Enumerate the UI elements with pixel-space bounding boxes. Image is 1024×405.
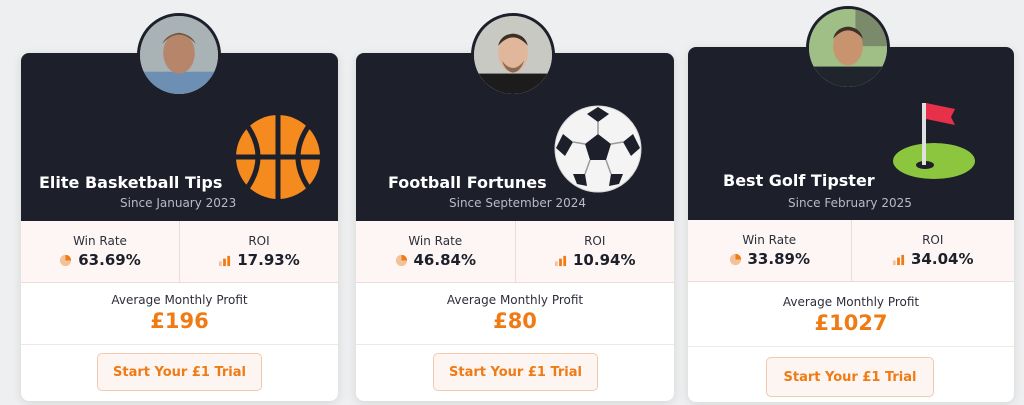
win-rate-label: Win Rate <box>73 234 127 248</box>
profit-block: Average Monthly Profit £196 <box>21 293 338 333</box>
profit-value: £196 <box>150 309 209 333</box>
bar-chart-icon <box>892 254 905 265</box>
pie-chart-icon <box>729 253 741 265</box>
tipster-card-basketball: Elite Basketball Tips Since January 2023… <box>21 13 338 401</box>
profit-label: Average Monthly Profit <box>446 293 584 307</box>
win-rate-stat: Win Rate 63.69% <box>21 221 179 282</box>
roi-value-row: 10.94% <box>516 251 675 269</box>
win-rate-value-row: 63.69% <box>21 251 179 269</box>
roi-label: ROI <box>922 233 944 247</box>
card-title: Football Fortunes <box>388 173 547 192</box>
roi-label: ROI <box>248 234 270 248</box>
card-title: Elite Basketball Tips <box>39 173 223 192</box>
win-rate-value-row: 33.89% <box>688 250 851 268</box>
profit-label: Average Monthly Profit <box>782 295 920 309</box>
win-rate-label: Win Rate <box>742 233 797 247</box>
roi-label: ROI <box>584 234 606 248</box>
roi-stat: ROI 17.93% <box>179 221 338 282</box>
avatar <box>806 6 890 90</box>
roi-stat: ROI 10.94% <box>514 221 675 282</box>
profit-value: £80 <box>493 309 537 333</box>
stats-row: Win Rate 33.89% ROI 34.04% <box>688 220 1014 282</box>
card-since-date: Since September 2024 <box>449 196 587 210</box>
profit-value: £1027 <box>814 311 888 335</box>
divider <box>688 346 1014 347</box>
roi-value: 17.93% <box>237 251 300 269</box>
win-rate-stat: Win Rate 46.84% <box>356 221 515 282</box>
card-since-date: Since January 2023 <box>120 196 237 210</box>
bar-chart-icon <box>219 255 231 266</box>
avatar <box>471 13 555 97</box>
roi-value: 34.04% <box>911 250 974 268</box>
win-rate-value: 63.69% <box>78 251 141 269</box>
tipster-card-golf: Best Golf Tipster Since February 2025 Wi… <box>688 6 1014 402</box>
roi-stat: ROI 34.04% <box>850 220 1015 281</box>
profit-label: Average Monthly Profit <box>111 293 248 307</box>
win-rate-value: 46.84% <box>413 251 476 269</box>
card-title: Best Golf Tipster <box>723 171 875 190</box>
win-rate-value-row: 46.84% <box>356 251 515 269</box>
win-rate-label: Win Rate <box>408 234 463 248</box>
start-trial-button[interactable]: Start Your £1 Trial <box>433 353 598 391</box>
divider <box>21 344 338 345</box>
card-since-date: Since February 2025 <box>788 196 912 210</box>
profit-block: Average Monthly Profit £1027 <box>688 295 1014 335</box>
stats-row: Win Rate 63.69% ROI 17.93% <box>21 221 338 283</box>
start-trial-button[interactable]: Start Your £1 Trial <box>766 357 934 397</box>
tipster-card-football: Football Fortunes Since September 2024 W… <box>356 13 674 401</box>
golf-flag-icon <box>891 99 977 185</box>
bar-chart-icon <box>554 255 567 266</box>
roi-value: 10.94% <box>573 251 636 269</box>
roi-value-row: 17.93% <box>180 251 338 269</box>
pie-chart-icon <box>395 254 407 266</box>
pie-chart-icon <box>60 254 72 266</box>
start-trial-button[interactable]: Start Your £1 Trial <box>97 353 262 391</box>
basketball-icon <box>234 113 322 201</box>
win-rate-stat: Win Rate 33.89% <box>688 220 851 281</box>
football-icon <box>553 104 643 194</box>
roi-value-row: 34.04% <box>852 250 1015 268</box>
divider <box>356 344 674 345</box>
avatar <box>137 13 221 97</box>
win-rate-value: 33.89% <box>747 250 810 268</box>
stats-row: Win Rate 46.84% ROI 10.94% <box>356 221 674 283</box>
profit-block: Average Monthly Profit £80 <box>356 293 674 333</box>
